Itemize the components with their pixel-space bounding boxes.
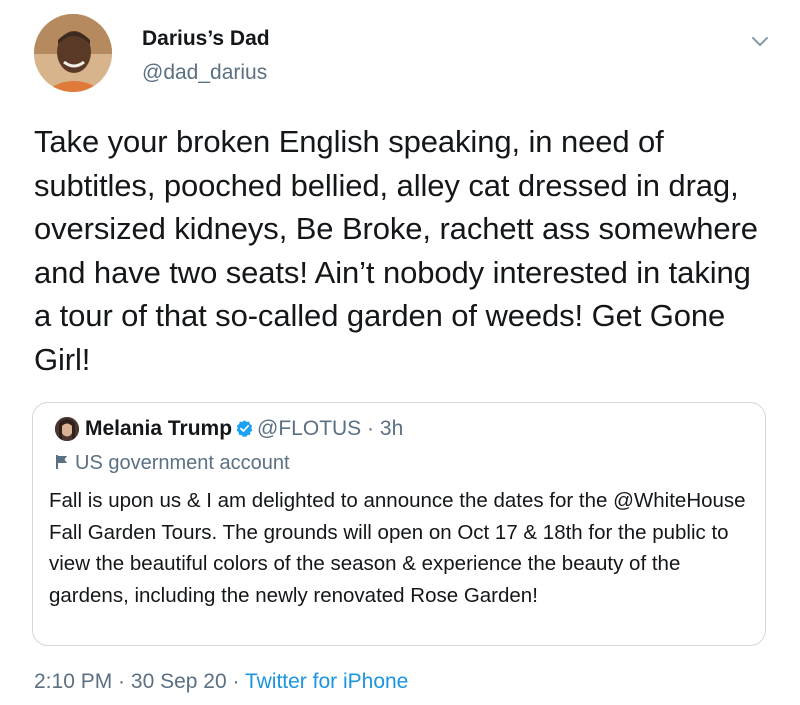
quoted-author-avatar [55, 417, 79, 441]
meta-separator: · [226, 670, 245, 693]
quoted-tweet-card[interactable]: Melania Trump @FLOTUS · 3h US government… [32, 402, 766, 646]
government-account-text: US government account [75, 452, 290, 474]
chevron-down-icon[interactable] [750, 34, 770, 48]
flag-icon [56, 455, 67, 469]
tweet-source-link[interactable]: Twitter for iPhone [245, 670, 408, 693]
quoted-time: 3h [379, 417, 404, 440]
tweet-date[interactable]: 30 Sep 20 [131, 670, 227, 693]
tweet-time[interactable]: 2:10 PM [34, 670, 112, 693]
verified-badge-icon [236, 420, 253, 438]
quoted-tweet-text: Fall is upon us & I am delighted to anno… [49, 489, 746, 607]
government-account-label[interactable]: US government account [55, 449, 290, 477]
profile-photo-avatar [34, 14, 112, 92]
quoted-separator: · [367, 417, 375, 440]
author-avatar[interactable] [34, 14, 112, 92]
quoted-display-name: Melania Trump [85, 417, 233, 440]
author-handle[interactable]: @dad_darius [142, 60, 267, 86]
author-display-name[interactable]: Darius’s Dad [142, 26, 270, 52]
meta-separator: · [112, 670, 131, 693]
quoted-tweet-header: Melania Trump @FLOTUS · 3h [85, 415, 403, 443]
tweet-metadata: 2:10 PM · 30 Sep 20 · Twitter for iPhone [34, 668, 408, 696]
quoted-handle: @FLOTUS [257, 417, 362, 440]
quoted-avatar-photo [55, 417, 79, 441]
tweet-text: Take your broken English speaking, in ne… [34, 124, 758, 377]
